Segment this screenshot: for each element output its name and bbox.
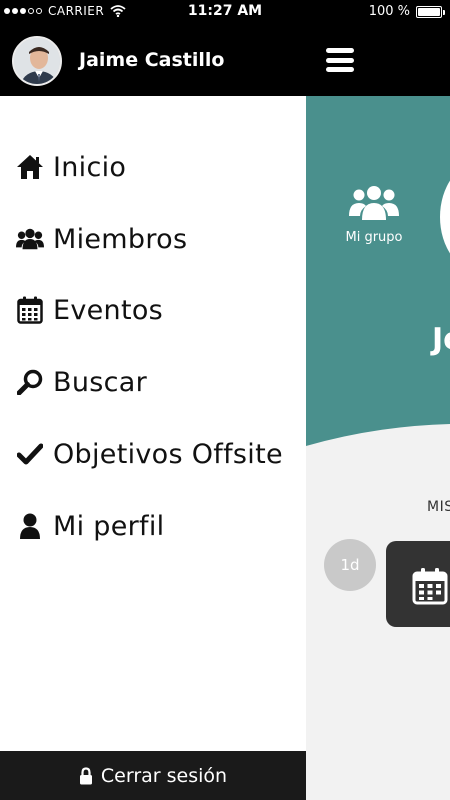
user-icon — [16, 512, 44, 540]
battery-fill — [418, 7, 440, 16]
calendar-icon — [412, 567, 448, 609]
user-name: Jaime Castillo — [79, 49, 225, 71]
search-icon — [16, 368, 44, 396]
days-badge: 1d — [324, 539, 376, 591]
menu-item-inicio[interactable]: Inicio — [0, 139, 306, 195]
menu-item-label: Eventos — [53, 294, 164, 326]
users-icon — [16, 225, 44, 253]
logout-label: Cerrar sesión — [100, 764, 228, 787]
menu-item-label: Inicio — [53, 151, 127, 183]
home-icon — [16, 153, 44, 181]
menu-item-label: Mi perfil — [53, 510, 165, 542]
calendar-icon — [16, 296, 44, 324]
drawer-header: Jaime Castillo — [0, 24, 450, 96]
logout-button[interactable]: Cerrar sesión — [0, 751, 306, 800]
event-card[interactable] — [386, 541, 450, 627]
hamburger-icon[interactable] — [326, 48, 354, 72]
group-label[interactable]: Mi grupo — [324, 230, 424, 245]
check-icon — [16, 440, 44, 468]
profile-name-peek: Jo — [432, 322, 450, 357]
menu-item-mi-perfil[interactable]: Mi perfil — [0, 498, 306, 554]
menu-item-miembros[interactable]: Miembros — [0, 211, 306, 267]
menu-item-objetivos-offsite[interactable]: Objetivos Offsite — [0, 426, 306, 482]
lock-icon — [79, 766, 93, 785]
battery-icon — [416, 5, 445, 18]
status-bar: CARRIER 11:27 AM 100 % — [0, 0, 450, 24]
battery-percent: 100 % — [368, 4, 410, 19]
hero-banner — [306, 96, 450, 446]
drawer-menu: Inicio Miembros Eventos Buscar Objetivos… — [0, 96, 306, 751]
menu-item-label: Buscar — [53, 366, 147, 398]
menu-item-label: Objetivos Offsite — [53, 438, 283, 470]
menu-item-buscar[interactable]: Buscar — [0, 354, 306, 410]
section-label-peek: MIS — [427, 499, 450, 515]
avatar[interactable] — [12, 36, 62, 86]
background-content: Mi grupo Jo MIS 1d — [306, 96, 450, 800]
menu-item-label: Miembros — [53, 223, 188, 255]
group-icon[interactable] — [346, 184, 402, 228]
status-right: 100 % — [368, 4, 445, 19]
menu-item-eventos[interactable]: Eventos — [0, 282, 306, 338]
